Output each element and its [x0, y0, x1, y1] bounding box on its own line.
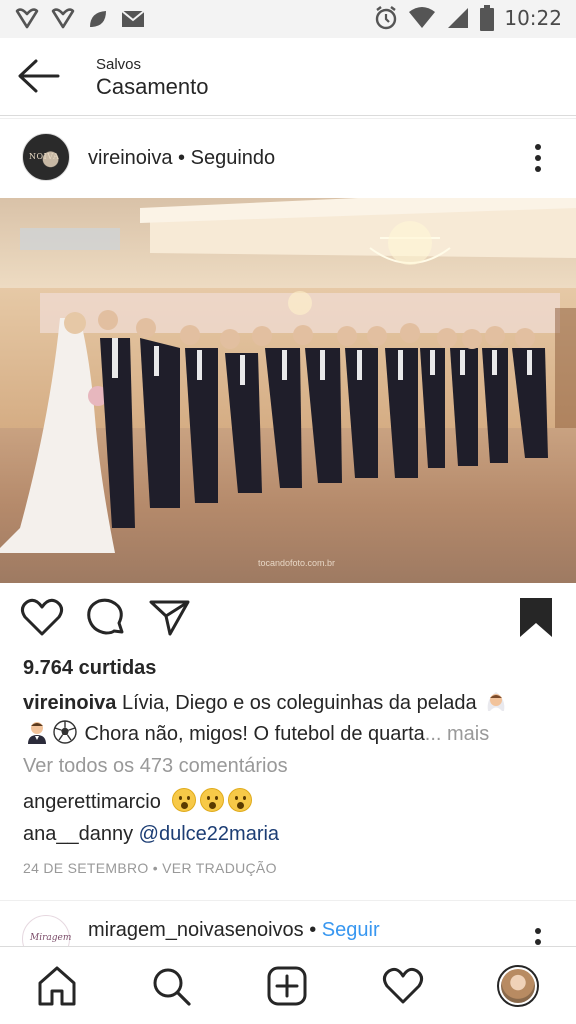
- comment-bubble-icon[interactable]: [84, 596, 128, 640]
- view-all-comments-link[interactable]: Ver todos os 473 comentários: [23, 755, 288, 778]
- clock: 10:22: [504, 6, 562, 30]
- signal-icon: [448, 8, 469, 28]
- comment-item: angerettimarcio: [23, 788, 256, 814]
- caption-username[interactable]: vireinoiva: [23, 692, 116, 714]
- post-header: NOIVA vireinoiva • Seguindo: [0, 118, 576, 198]
- caption-text-1: Lívia, Diego e os coleguinhas da pelada: [116, 692, 483, 714]
- post-photo[interactable]: tocandofoto.com.br: [0, 198, 576, 583]
- next-author-separator: •: [303, 919, 322, 941]
- wifi-icon: [409, 7, 436, 28]
- date-separator: •: [148, 860, 163, 876]
- comment-username[interactable]: angerettimarcio: [23, 791, 161, 813]
- top-app-bar: Salvos Casamento: [0, 38, 576, 116]
- battery-icon: [480, 5, 495, 31]
- next-avatar-logo-text: Miragem: [30, 933, 72, 943]
- post-date: 24 DE SETEMBRO: [23, 860, 149, 876]
- system-icons: 10:22: [374, 5, 562, 31]
- notification-icons: [14, 7, 146, 31]
- avatar-logo-text: NOIVA: [29, 152, 60, 161]
- saved-bookmark-icon[interactable]: [514, 596, 558, 640]
- heart-outline-icon: [15, 8, 39, 29]
- post-caption: vireinoiva Lívia, Diego e os coleguinhas…: [23, 688, 553, 750]
- back-arrow-icon[interactable]: [16, 58, 60, 94]
- home-icon[interactable]: [36, 965, 78, 1007]
- post-author-username[interactable]: vireinoiva: [88, 147, 172, 169]
- soccer-ball-emoji: [53, 720, 77, 744]
- next-post-username[interactable]: miragem_noivasenoivos: [88, 919, 304, 941]
- likes-count[interactable]: 9.764 curtidas: [23, 657, 156, 680]
- profile-photo: [501, 969, 535, 1003]
- bride-with-veil-emoji: [487, 692, 505, 711]
- astonished-face-emoji: [228, 788, 253, 812]
- comment-username[interactable]: ana__danny: [23, 823, 133, 845]
- caption-text-2: Chora não, migos! O futebol de quarta: [79, 723, 425, 745]
- astonished-face-emoji: [200, 788, 225, 812]
- like-heart-icon[interactable]: [20, 596, 64, 640]
- search-icon[interactable]: [150, 965, 192, 1007]
- more-options-icon[interactable]: [528, 927, 548, 946]
- more-options-icon[interactable]: [528, 143, 548, 173]
- collection-title: Casamento: [96, 74, 209, 99]
- astonished-face-emoji: [172, 788, 197, 812]
- leaf-icon: [90, 11, 106, 27]
- post-date-row: 24 DE SETEMBRO • VER TRADUÇÃO: [23, 860, 277, 876]
- follow-button[interactable]: Seguir: [322, 919, 380, 941]
- see-translation-link[interactable]: VER TRADUÇÃO: [162, 860, 277, 876]
- next-post-author: miragem_noivasenoivos • Seguir: [88, 919, 380, 942]
- man-in-tuxedo-emoji: [28, 722, 46, 744]
- author-separator: •: [172, 147, 191, 169]
- following-status[interactable]: Seguindo: [191, 147, 276, 169]
- next-post-header: Miragem miragem_noivasenoivos • Seguir: [0, 900, 576, 946]
- caption-more-link[interactable]: ... mais: [425, 723, 489, 745]
- post-author-avatar[interactable]: NOIVA: [22, 133, 70, 181]
- collection-subtitle: Salvos: [96, 56, 142, 73]
- comment-mention[interactable]: @dulce22maria: [139, 823, 279, 845]
- comment-item: ana__danny @dulce22maria: [23, 823, 279, 846]
- activity-heart-icon[interactable]: [382, 965, 424, 1007]
- heart-outline-icon: [51, 8, 75, 29]
- message-icon: [121, 10, 145, 27]
- wedding-group-photo: tocandofoto.com.br: [0, 198, 576, 583]
- post-author: vireinoiva • Seguindo: [88, 147, 275, 170]
- status-bar: 10:22: [0, 0, 576, 38]
- post-actions: [0, 596, 576, 646]
- profile-avatar[interactable]: [497, 965, 539, 1007]
- photo-watermark: tocandofoto.com.br: [258, 558, 335, 568]
- bottom-navigation: [0, 946, 576, 1024]
- share-direct-icon[interactable]: [148, 596, 192, 640]
- add-post-icon[interactable]: [266, 965, 308, 1007]
- alarm-icon: [376, 6, 397, 30]
- next-post-author-avatar[interactable]: Miragem: [22, 915, 72, 946]
